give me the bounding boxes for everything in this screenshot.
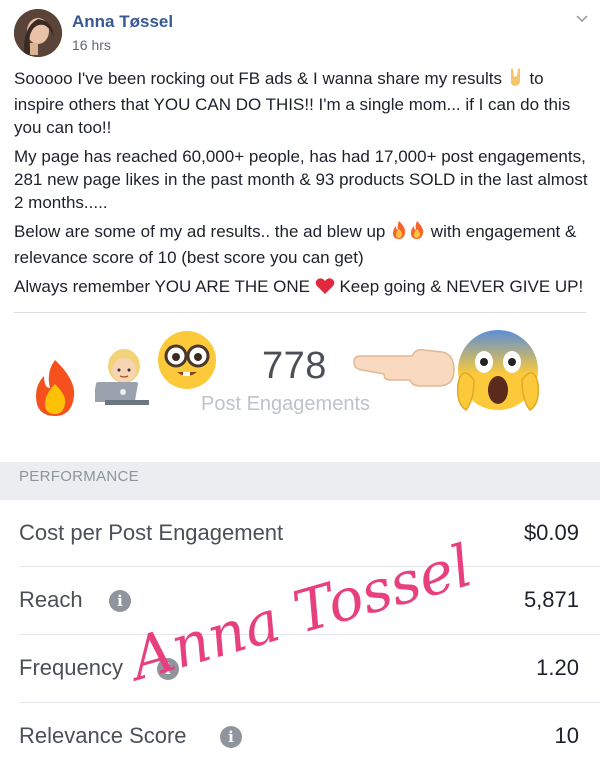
info-icon[interactable]: i	[109, 590, 131, 612]
rock-on-hand-emoji	[507, 67, 525, 93]
author-name[interactable]: Anna Tøssel	[72, 12, 173, 32]
woman-technologist-emoji	[93, 344, 153, 417]
divider	[14, 312, 586, 313]
post-text-segment: Below are some of my ad results.. the ad…	[14, 222, 391, 241]
post-header: Anna Tøssel 16 hrs	[0, 0, 600, 62]
metric-row-reach: Reach i 5,871	[0, 567, 600, 633]
red-heart-emoji	[315, 277, 335, 301]
info-icon[interactable]: i	[220, 726, 242, 748]
metric-label: Relevance Score	[19, 723, 187, 748]
metric-row-frequency: Frequency i 1.20	[0, 635, 600, 701]
metric-row-relevance: Relevance Score i 10	[0, 703, 600, 769]
fire-emoji	[390, 220, 408, 246]
metric-value: $0.09	[523, 520, 579, 545]
metric-value: 5,871	[523, 587, 579, 612]
post-paragraph: Sooooo I've been rocking out FB ads & I …	[14, 67, 590, 139]
info-icon[interactable]: i	[157, 658, 179, 680]
screaming-face-emoji	[452, 324, 544, 421]
post-timestamp[interactable]: 16 hrs	[72, 37, 111, 53]
post-text-segment: Keep going & NEVER GIVE UP!	[334, 277, 584, 296]
metric-label: Cost per Post Engagement	[19, 520, 284, 545]
engagement-label: Post Engagements	[201, 393, 370, 415]
metric-label: Reach	[19, 587, 83, 612]
fire-emoji	[30, 358, 80, 423]
chevron-down-icon[interactable]	[572, 10, 592, 30]
fire-emoji	[408, 220, 426, 246]
avatar[interactable]	[14, 9, 62, 57]
metric-value: 1.20	[536, 655, 579, 680]
post-paragraph: Always remember YOU ARE THE ONE Keep goi…	[14, 275, 590, 301]
post-text-segment: Always remember YOU ARE THE ONE	[14, 277, 315, 296]
post-paragraph: My page has reached 60,000+ people, has …	[14, 147, 588, 212]
metric-value: 10	[554, 723, 579, 748]
performance-label: PERFORMANCE	[19, 468, 139, 485]
pointing-left-hand-emoji	[350, 342, 460, 397]
post-paragraph: Below are some of my ad results.. the ad…	[14, 220, 590, 269]
metric-label: Frequency	[19, 655, 123, 680]
metric-row-cost: Cost per Post Engagement $0.09	[0, 500, 600, 566]
engagement-summary: 778 Post Engagements	[0, 314, 600, 464]
nerd-face-emoji	[155, 328, 219, 397]
engagement-count: 778	[262, 345, 327, 387]
post-text-segment: Sooooo I've been rocking out FB ads & I …	[14, 69, 507, 88]
post-body: Sooooo I've been rocking out FB ads & I …	[14, 67, 590, 307]
